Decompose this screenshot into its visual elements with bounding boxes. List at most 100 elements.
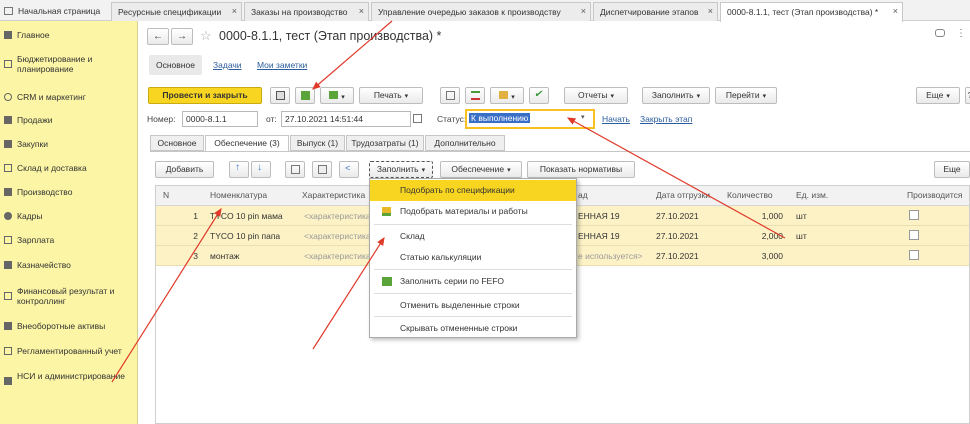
paste-button[interactable] bbox=[312, 161, 332, 178]
close-icon[interactable]: × bbox=[893, 6, 898, 16]
move-down-button[interactable]: ↓ bbox=[251, 161, 271, 178]
dt-kt-button[interactable] bbox=[465, 87, 485, 104]
number-field[interactable]: 0000-8.1.1 bbox=[182, 111, 258, 127]
save-button[interactable] bbox=[270, 87, 290, 104]
post-and-close-button[interactable]: Провести и закрыть bbox=[148, 87, 262, 104]
provision-label: Обеспечение bbox=[451, 164, 505, 174]
close-icon[interactable]: × bbox=[708, 6, 713, 16]
copy-button[interactable] bbox=[285, 161, 305, 178]
menu-item-label: Подобрать материалы и работы bbox=[400, 206, 528, 216]
tab-labor[interactable]: Трудозатраты (1) bbox=[346, 135, 424, 151]
chevron-down-icon[interactable]: ▾ bbox=[581, 113, 585, 121]
col-quantity[interactable]: Количество bbox=[727, 190, 773, 200]
subnav-tasks[interactable]: Задачи bbox=[213, 60, 242, 70]
row-date[interactable]: 27.10.2021 bbox=[656, 231, 699, 241]
col-n[interactable]: N bbox=[163, 190, 169, 200]
reports-button[interactable]: Отчеты bbox=[564, 87, 628, 104]
date-field[interactable]: 27.10.2021 14:51:44 bbox=[281, 111, 411, 127]
menu-item-pick-by-spec[interactable]: Подобрать по спецификации bbox=[370, 180, 576, 201]
tab-stage-dispatching[interactable]: Диспетчирование этапов × bbox=[593, 2, 718, 21]
close-icon[interactable]: × bbox=[359, 6, 364, 16]
tab-production-orders[interactable]: Заказы на производство × bbox=[244, 2, 369, 21]
menu-item-hide-cancelled[interactable]: Скрывать отмененные строки bbox=[370, 318, 576, 339]
row-unit[interactable]: шт bbox=[796, 231, 807, 241]
row-char[interactable]: <характеристика bbox=[304, 211, 371, 221]
menu-item-fefo[interactable]: Заполнить серии по FEFO bbox=[370, 271, 576, 292]
fill-button[interactable]: Заполнить bbox=[642, 87, 710, 104]
row-store[interactable]: ЕННАЯ 19 bbox=[578, 231, 620, 241]
status-field[interactable]: К выполнению bbox=[465, 109, 595, 129]
subnav-main[interactable]: Основное bbox=[156, 60, 195, 70]
table-more-button[interactable]: Еще bbox=[934, 161, 970, 178]
col-ship-date[interactable]: Дата отгрузки bbox=[656, 190, 710, 200]
print-button[interactable]: Печать bbox=[359, 87, 423, 104]
start-link[interactable]: Начать bbox=[602, 114, 630, 124]
tab-provision[interactable]: Обеспечение (3) bbox=[205, 135, 289, 152]
sidebar-item-label: Продажи bbox=[17, 115, 53, 125]
tab-production-stage[interactable]: 0000-8.1.1, тест (Этап производства) * × bbox=[720, 2, 903, 22]
provision-button[interactable]: Обеспечение bbox=[440, 161, 522, 178]
row-name[interactable]: TYCO 10 pin папа bbox=[210, 231, 280, 241]
row-store[interactable]: е используется> bbox=[578, 251, 643, 261]
create-based-button[interactable] bbox=[320, 87, 354, 104]
link-icon[interactable] bbox=[935, 29, 945, 37]
check-button[interactable]: ✔ bbox=[529, 87, 549, 104]
sidebar-item-label: Бюджетирование и планирование bbox=[17, 54, 93, 74]
tab-home[interactable]: Начальная страница bbox=[0, 2, 110, 21]
more-dots-icon[interactable]: ⋮ bbox=[956, 28, 966, 39]
post-button[interactable] bbox=[295, 87, 315, 104]
tab-order-queue[interactable]: Управление очередью заказов к производст… bbox=[371, 2, 591, 21]
col-unit[interactable]: Ед. изм. bbox=[796, 190, 828, 200]
arrow-down-icon: ↓ bbox=[257, 162, 262, 173]
col-store-tail[interactable]: ад bbox=[578, 190, 588, 200]
row-qty[interactable]: 3,000 bbox=[727, 251, 783, 261]
calendar-icon[interactable] bbox=[413, 114, 422, 123]
more-button[interactable]: Еще bbox=[916, 87, 960, 104]
close-stage-link[interactable]: Закрыть этап bbox=[640, 114, 692, 124]
row-unit[interactable]: шт bbox=[796, 211, 807, 221]
add-button[interactable]: Добавить bbox=[155, 161, 214, 178]
favorite-star-icon[interactable]: ☆ bbox=[200, 28, 212, 44]
goto-button[interactable]: Перейти bbox=[715, 87, 777, 104]
col-characteristic[interactable]: Характеристика bbox=[302, 190, 365, 200]
forward-button[interactable]: → bbox=[171, 28, 193, 45]
folder-icon bbox=[499, 91, 509, 99]
tab-resource-specs[interactable]: Ресурсные спецификации × bbox=[111, 2, 242, 21]
menu-item-warehouse[interactable]: Склад bbox=[370, 226, 576, 247]
table-fill-button[interactable]: Заполнить bbox=[369, 161, 433, 178]
back-button[interactable]: ← bbox=[147, 28, 169, 45]
show-norms-button[interactable]: Показать нормативы bbox=[527, 161, 635, 178]
row-name[interactable]: TYCO 10 pin мама bbox=[210, 211, 283, 221]
menu-item-cancel-rows[interactable]: Отменить выделенные строки bbox=[370, 295, 576, 316]
menu-icon bbox=[4, 31, 12, 39]
subnav-notes[interactable]: Мои заметки bbox=[257, 60, 307, 70]
row-char[interactable]: <характеристика bbox=[304, 251, 371, 261]
tab-additional[interactable]: Дополнительно bbox=[425, 135, 505, 151]
menu-item-pick-materials[interactable]: Подобрать материалы и работы bbox=[370, 201, 576, 222]
row-store[interactable]: ЕННАЯ 19 bbox=[578, 211, 620, 221]
row-qty[interactable]: 1,000 bbox=[727, 211, 783, 221]
col-nomenclature[interactable]: Номенклатура bbox=[210, 190, 267, 200]
menu-separator bbox=[374, 316, 572, 317]
move-up-button[interactable]: ↑ bbox=[229, 161, 249, 178]
close-icon[interactable]: × bbox=[232, 6, 237, 16]
row-date[interactable]: 27.10.2021 bbox=[656, 251, 699, 261]
row-qty[interactable]: 2,000 bbox=[727, 231, 783, 241]
row-char[interactable]: <характеристика bbox=[304, 231, 371, 241]
sidebar-item-label: Склад и доставка bbox=[17, 163, 87, 173]
attachments-button[interactable] bbox=[490, 87, 524, 104]
row-date[interactable]: 27.10.2021 bbox=[656, 211, 699, 221]
fefo-icon bbox=[382, 277, 392, 286]
col-produced[interactable]: Производится bbox=[907, 190, 963, 200]
help-button[interactable]: ? bbox=[965, 87, 970, 104]
row-name[interactable]: монтаж bbox=[210, 251, 239, 261]
document-button[interactable] bbox=[440, 87, 460, 104]
menu-item-cost-item[interactable]: Статью калькуляции bbox=[370, 247, 576, 268]
row-produced-checkbox[interactable] bbox=[909, 230, 919, 240]
close-icon[interactable]: × bbox=[581, 6, 586, 16]
row-produced-checkbox[interactable] bbox=[909, 250, 919, 260]
tab-output[interactable]: Выпуск (1) bbox=[290, 135, 345, 151]
tab-main[interactable]: Основное bbox=[150, 135, 204, 151]
row-produced-checkbox[interactable] bbox=[909, 210, 919, 220]
split-button[interactable]: < bbox=[339, 161, 359, 178]
